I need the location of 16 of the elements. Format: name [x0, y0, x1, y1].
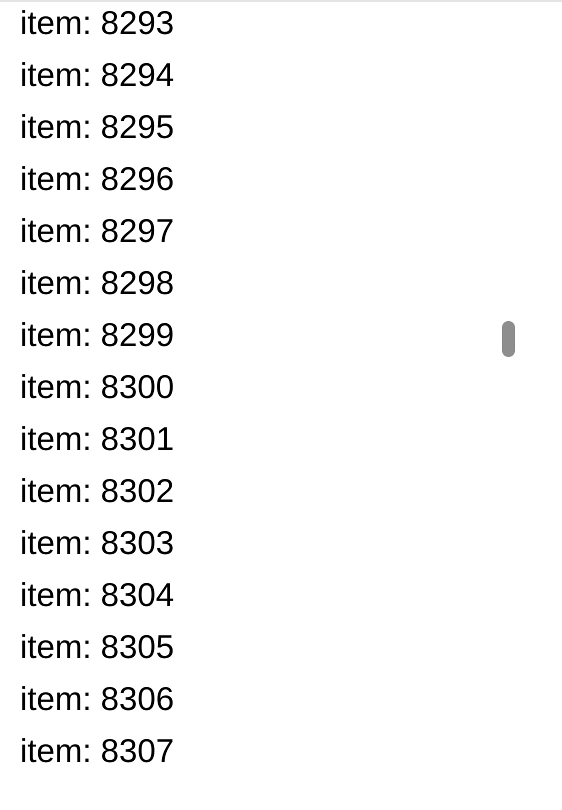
list-item: item: 8302: [20, 474, 174, 506]
list-item: item: 8300: [20, 370, 174, 402]
list-item: item: 8299: [20, 318, 174, 350]
list-item: item: 8303: [20, 526, 174, 558]
list-item: item: 8293: [20, 6, 174, 38]
list-item: item: 8297: [20, 214, 174, 246]
list-item: item: 8305: [20, 630, 174, 662]
list-item: item: 8295: [20, 110, 174, 142]
list-item: item: 8294: [20, 58, 174, 90]
list-item: item: 8307: [20, 734, 174, 766]
list-item: item: 8306: [20, 682, 174, 714]
scrollbar-thumb[interactable]: [502, 321, 515, 357]
list-item: item: 8301: [20, 422, 174, 454]
list-item: item: 8296: [20, 162, 174, 194]
list-item: item: 8304: [20, 578, 174, 610]
list-item: item: 8298: [20, 266, 174, 298]
